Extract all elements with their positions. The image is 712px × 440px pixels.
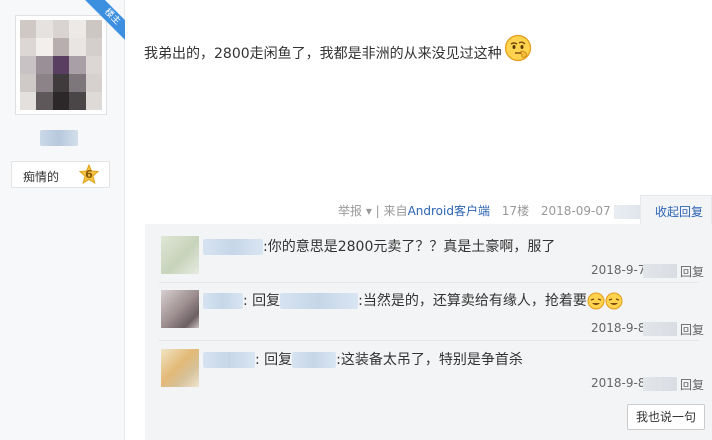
author-panel: 楼主 痴情的 6 (0, 0, 125, 440)
reply-list: :你的意思是2800元卖了？？真是土豪啊，服了 2018-9-7 回复 : 回复… (145, 224, 712, 440)
reply-text: 这装备太吊了，特别是争首杀 (340, 352, 523, 368)
report-link[interactable]: 举报 (338, 204, 362, 218)
owner-badge-label: 楼主 (83, 0, 125, 42)
floor-number: 17楼 (501, 204, 530, 218)
reply-line: : 回复:当然是的，还算卖给有缘人，抢着要 (203, 290, 623, 310)
level-name: 痴情的 (23, 170, 60, 184)
reply-button[interactable]: 回复 (680, 263, 704, 280)
reply-username[interactable] (203, 239, 263, 255)
reply-button[interactable]: 回复 (680, 376, 704, 393)
collapse-replies-button[interactable]: 收起回复 (640, 195, 712, 224)
reply-prefix: 回复 (252, 293, 281, 309)
post-meta: 举报 ▾ | 来自Android客户端 17楼 2018-09-07 (338, 202, 643, 219)
reply-text: 你的意思是2800元卖了？？真是土豪啊，服了 (267, 239, 556, 255)
owner-corner-badge: 楼主 (83, 0, 125, 42)
reply-date: 2018-9-7 (591, 263, 646, 277)
reply-prefix: 回复 (264, 352, 293, 368)
reply-line: : 回复:这装备太吊了，特别是争首杀 (203, 349, 523, 369)
reply-target-username[interactable] (280, 293, 359, 309)
author-level[interactable]: 痴情的 6 (11, 161, 110, 188)
collapse-label: 收起回复 (655, 205, 704, 219)
source-prefix: 来自 (383, 204, 408, 218)
meta-blurred-text (614, 204, 643, 219)
reply-date: 2018-9-8 (591, 321, 646, 335)
reply-line: :你的意思是2800元卖了？？真是土豪啊，服了 (203, 236, 555, 256)
reply-blurred-text (643, 377, 677, 391)
reply-text: 当然是的，还算卖给有缘人，抢着要 (362, 293, 587, 309)
client-link[interactable]: Android客户端 (408, 204, 490, 218)
post-text: 我弟出的，2800走闲鱼了，我都是非洲的从来没见过这种 (144, 46, 502, 62)
divider (159, 282, 699, 283)
reply-button[interactable]: 回复 (680, 321, 704, 338)
reply-blurred-text (643, 264, 677, 278)
chevron-down-icon[interactable]: ▾ (362, 204, 376, 218)
reply-target-username[interactable] (292, 352, 337, 368)
laughing-face-icon (605, 292, 623, 310)
level-star-icon: 6 (78, 163, 100, 186)
reply-username[interactable] (203, 352, 255, 368)
thinking-face-icon (504, 34, 532, 62)
avatar[interactable] (161, 349, 199, 387)
add-reply-button[interactable]: 我也说一句 (627, 404, 705, 430)
post-content: 我弟出的，2800走闲鱼了，我都是非洲的从来没见过这种 (144, 34, 532, 68)
reply-blurred-text (643, 322, 677, 336)
avatar[interactable] (161, 290, 199, 328)
author-username[interactable] (40, 130, 78, 146)
laughing-face-icon (587, 292, 605, 310)
reply-username[interactable] (203, 293, 243, 309)
level-number: 6 (85, 168, 93, 181)
avatar[interactable] (161, 236, 199, 274)
reply-date: 2018-9-8 (591, 376, 646, 390)
divider (159, 340, 699, 341)
post-date: 2018-09-07 (540, 204, 611, 218)
